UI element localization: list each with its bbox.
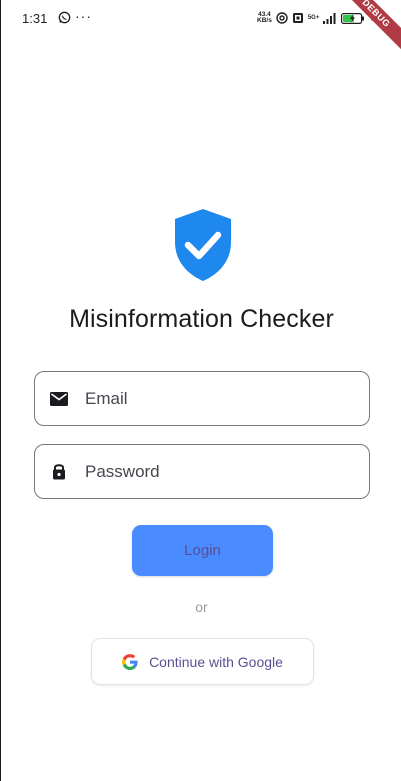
email-input[interactable] — [85, 372, 355, 425]
google-signin-label: Continue with Google — [149, 653, 283, 670]
signal-icon — [323, 12, 336, 24]
status-bar: 1:31 ··· 43.4 KB/s 5G+ — [1, 0, 401, 38]
shield-check-icon — [175, 209, 231, 281]
login-button[interactable]: Login — [132, 525, 273, 576]
password-field[interactable] — [34, 444, 370, 499]
google-icon — [122, 653, 138, 670]
email-field[interactable] — [34, 371, 370, 426]
status-time: 1:31 — [22, 11, 48, 26]
network-type: 5G+ — [307, 15, 320, 21]
whatsapp-icon — [58, 11, 71, 24]
password-input[interactable] — [85, 445, 355, 498]
page-title: Misinformation Checker — [69, 305, 334, 333]
hotspot-icon — [276, 12, 288, 24]
network-speed: 43.4 KB/s — [257, 11, 272, 24]
more-notifications-icon: ··· — [75, 8, 92, 24]
data-saver-icon — [292, 13, 303, 23]
email-icon — [50, 392, 68, 406]
or-divider: or — [195, 599, 208, 615]
lock-icon — [53, 464, 65, 480]
battery-charging-icon — [341, 12, 365, 24]
google-signin-button[interactable]: Continue with Google — [91, 638, 314, 685]
